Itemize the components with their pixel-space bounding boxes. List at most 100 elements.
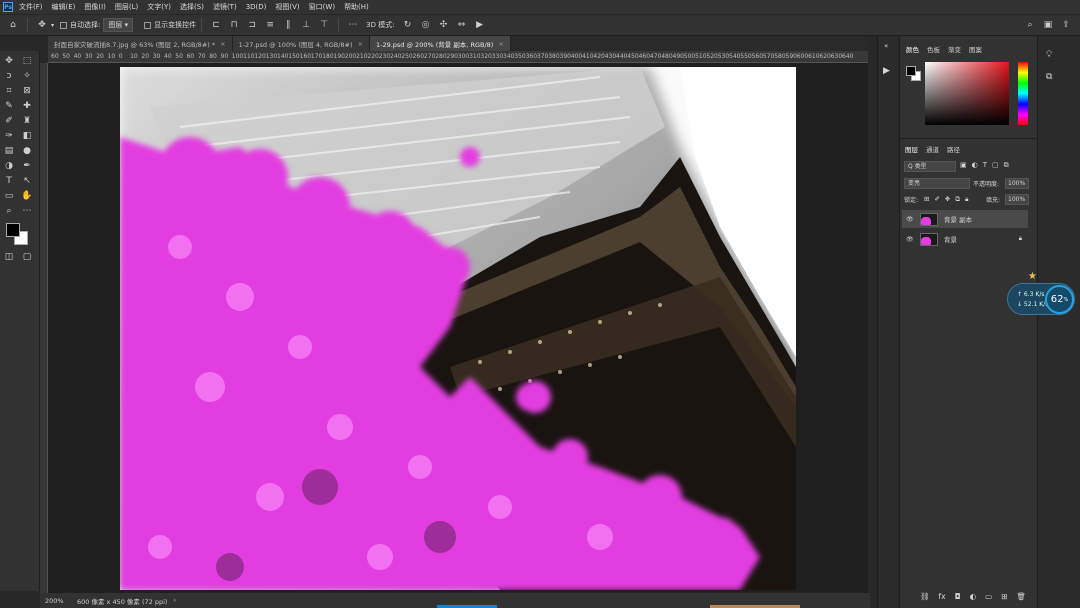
canvas-image[interactable] [120,67,796,590]
3d-drag-icon[interactable]: ✣ [438,19,450,31]
rectangle-tool-icon[interactable]: ▭ [3,190,15,202]
menu-layer[interactable]: 图层(L) [115,2,138,12]
adjustment-layer-icon[interactable]: ◐ [970,592,977,601]
fill-field[interactable]: 100% [1005,194,1029,205]
show-transform-checkbox[interactable] [144,21,152,29]
tab-swatches[interactable]: 色板 [927,44,940,54]
menu-image[interactable]: 图像(I) [84,2,106,12]
align-right-icon[interactable]: ⊐ [246,19,258,31]
tab-layers[interactable]: 图层 [905,144,918,154]
libraries-icon[interactable]: ⧉ [1046,72,1052,82]
layer-row-background[interactable]: 👁︎ 背景 🔒︎ [902,230,1028,248]
tab-gradients[interactable]: 渐变 [948,44,961,54]
menu-file[interactable]: 文件(F) [19,2,43,12]
play-action-icon[interactable]: ▶ [883,66,890,76]
auto-select-checkbox[interactable] [60,21,68,29]
lock-pixels-icon[interactable]: ✐ [934,195,939,204]
dodge-tool-icon[interactable]: ◑ [3,160,15,172]
eyedropper-icon[interactable]: ✎ [3,100,15,112]
tab-document-2[interactable]: 1-27.psd @ 100% (图层 4, RGB/8#) × [232,36,370,51]
screen-mode-icon[interactable]: ▢ [21,251,33,263]
zoom-tool-icon[interactable]: ⌕ [3,205,15,217]
opacity-field[interactable]: 100% [1005,178,1029,189]
menu-filter[interactable]: 滤镜(T) [213,2,237,12]
chevron-right-icon[interactable]: › [173,597,175,604]
hand-tool-icon[interactable]: ✋ [21,190,33,202]
new-layer-icon[interactable]: ⊞ [1001,592,1007,601]
more-tools-icon[interactable]: ⋯ [21,205,33,217]
adjustment-filter-icon[interactable]: ◐ [972,161,978,170]
marquee-tool-icon[interactable]: ⬚ [21,55,33,67]
menu-type[interactable]: 文字(Y) [147,2,171,12]
smart-object-filter-icon[interactable]: ⧉ [1004,161,1009,170]
quick-mask-icon[interactable]: ◫ [3,251,15,263]
align-bottom-icon[interactable]: ⊤ [318,19,330,31]
search-icon[interactable]: ⌕ [1024,19,1036,31]
type-filter-icon[interactable]: T [983,161,987,170]
layer-mode-dropdown[interactable]: 图层 ▾ [103,18,134,32]
tab-patterns[interactable]: 图案 [969,44,982,54]
learn-lightbulb-icon[interactable]: 💡︎ [1046,50,1052,60]
align-left-icon[interactable]: ⊏ [210,19,222,31]
frame-tool-icon[interactable]: ⊠ [21,85,33,97]
3d-camera-icon[interactable]: ▶ [474,19,486,31]
fx-icon[interactable]: fx [939,592,946,601]
close-icon[interactable]: × [220,40,225,48]
tab-document-1[interactable]: 封面自家灾破流插8.7.jpg @ 63% (图层 2, RGB/8#) * × [48,36,233,51]
blend-mode-dropdown[interactable]: 变亮 [904,178,970,189]
brush-tool-icon[interactable]: ✐ [3,115,15,127]
menu-window[interactable]: 窗口(W) [309,2,335,12]
align-top-icon[interactable]: ≡ [264,19,276,31]
align-middle-icon[interactable]: ⊥ [300,19,312,31]
add-mask-icon[interactable]: ◘ [955,592,961,601]
menu-3d[interactable]: 3D(D) [246,3,267,11]
layer-row-background-copy[interactable]: 👁︎ 背景 副本 [902,210,1028,228]
visibility-eye-icon[interactable]: 👁︎ [906,236,914,243]
link-layers-icon[interactable]: ⛓︎ [920,592,930,601]
menu-edit[interactable]: 编辑(E) [52,2,76,12]
lasso-tool-icon[interactable]: ↄ [3,70,15,82]
3d-roll-icon[interactable]: ◎ [420,19,432,31]
lock-all-icon[interactable]: 🔒︎ [965,195,968,204]
path-select-icon[interactable]: ↖ [21,175,33,187]
stamp-tool-icon[interactable]: ♜ [21,115,33,127]
foreground-color-swatch[interactable] [6,223,20,237]
photoshop-logo-icon[interactable]: Ps [3,2,13,12]
tab-channels[interactable]: 通道 [926,144,939,154]
lock-artboard-icon[interactable]: ⧉ [955,195,960,204]
align-center-icon[interactable]: ⊓ [228,19,240,31]
pixel-filter-icon[interactable]: ▣ [960,161,967,170]
3d-rotate-icon[interactable]: ↻ [402,19,414,31]
move-tool-icon[interactable]: ✥ [3,55,15,67]
crop-tool-icon[interactable]: ⌗ [3,85,15,97]
type-tool-icon[interactable]: T [3,175,15,187]
layer-filter-dropdown[interactable]: Q 类型 [904,161,956,172]
new-group-icon[interactable]: ▭ [985,592,992,601]
network-speed-widget[interactable]: ↑ 6.3 K/s ↓ 52.1 K/s 62% [1007,283,1075,315]
gradient-tool-icon[interactable]: ▤ [3,145,15,157]
pen-tool-icon[interactable]: ✒ [21,160,33,172]
home-icon[interactable]: ⌂ [7,19,19,31]
tab-document-3[interactable]: 1-29.psd @ 200% (背景 副本, RGB/8) × [369,36,511,51]
panel-foreground-swatch[interactable] [906,66,916,76]
distribute-icon[interactable]: ∥ [282,19,294,31]
hue-slider[interactable] [1018,62,1028,125]
3d-slide-icon[interactable]: ⇔ [456,19,468,31]
delete-layer-icon[interactable]: 🗑︎ [1017,592,1027,601]
menu-select[interactable]: 选择(S) [180,2,204,12]
magic-wand-icon[interactable]: ✧ [21,70,33,82]
eraser-icon[interactable]: ◧ [21,130,33,142]
more-options-icon[interactable]: ⋯ [347,19,359,31]
blur-tool-icon[interactable]: ● [21,145,33,157]
tab-color[interactable]: 颜色 [906,44,919,54]
tab-paths[interactable]: 路径 [947,144,960,154]
collapse-arrows-icon[interactable]: « [884,42,888,50]
lock-transparency-icon[interactable]: ⊞ [924,195,929,204]
share-icon[interactable]: ⇪ [1060,19,1072,31]
move-tool-icon[interactable]: ✥ [36,19,48,31]
menu-view[interactable]: 视图(V) [275,2,299,12]
close-icon[interactable]: × [498,40,503,48]
workspace-icon[interactable]: ▣ [1042,19,1054,31]
menu-help[interactable]: 帮助(H) [344,2,369,12]
close-icon[interactable]: × [358,40,363,48]
